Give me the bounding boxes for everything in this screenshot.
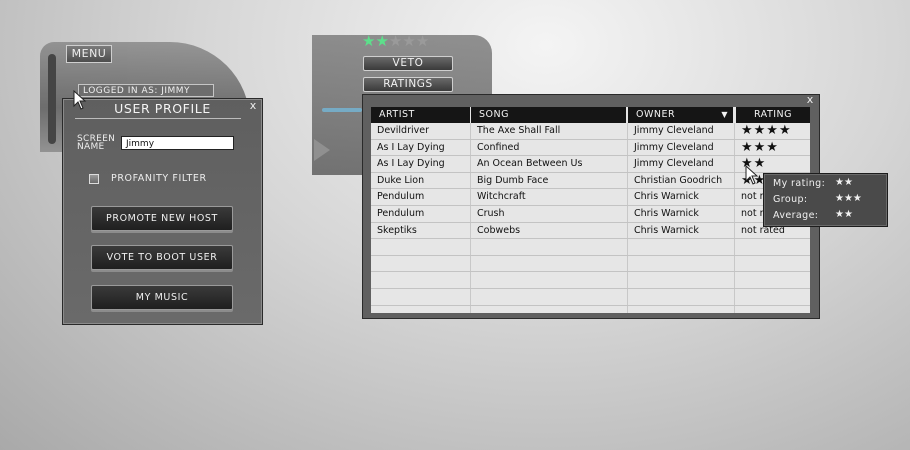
song-cell: Witchcraft <box>477 191 526 203</box>
playlist-panel: x ARTIST SONG OWNER ▼ RATING Devildriver… <box>362 94 820 319</box>
rating-tooltip: My rating: ★★ Group: ★★★ Average: ★★ <box>763 173 888 227</box>
table-row[interactable]: PendulumCrushChris Warnicknot rated <box>371 206 810 223</box>
column-header-owner[interactable]: OWNER ▼ <box>628 107 733 123</box>
star-icon[interactable]: ★ <box>416 32 429 50</box>
column-header-song[interactable]: SONG <box>471 107 626 123</box>
star-icon[interactable]: ★ <box>389 32 402 50</box>
song-cell: Big Dumb Face <box>477 174 549 186</box>
average-rating-label: Average: <box>773 210 819 221</box>
artist-cell: Pendulum <box>377 208 425 219</box>
empty-row <box>371 239 810 256</box>
screen-name-input[interactable]: Jimmy <box>121 136 234 150</box>
sort-down-icon[interactable]: ▼ <box>721 107 728 123</box>
artist-cell: Devildriver <box>377 125 430 136</box>
menu-button[interactable]: MENU <box>66 45 112 63</box>
rating-cell[interactable]: ★★★ <box>735 140 810 156</box>
logged-in-status: LOGGED IN AS: JIMMY <box>78 84 214 97</box>
owner-cell: Jimmy Cleveland <box>634 158 714 170</box>
song-cell: Cobwebs <box>477 224 521 236</box>
column-header-rating[interactable]: RATING <box>736 107 810 123</box>
user-profile-title: USER PROFILE <box>114 101 211 116</box>
table-row[interactable]: As I Lay Dying Confined Jimmy Cleveland ★★★ <box>371 140 810 157</box>
owner-cell: Jimmy Cleveland <box>634 141 714 153</box>
song-cell: The Axe Shall Fall <box>477 125 561 136</box>
star-icon[interactable]: ★ <box>362 32 375 50</box>
song-cell: Crush <box>477 208 505 219</box>
user-profile-panel: USER PROFILE x SCREEN NAME Jimmy PROFANI… <box>62 98 263 325</box>
arrow-icon <box>314 139 330 161</box>
owner-cell: Jimmy Cleveland <box>634 125 714 136</box>
artist-cell: Duke Lion <box>377 174 425 186</box>
average-rating-value: ★★ <box>835 209 853 220</box>
song-cell: An Ocean Between Us <box>477 158 583 170</box>
frame-bezel <box>48 54 56 144</box>
empty-row <box>371 256 810 273</box>
progress-glow <box>322 108 362 112</box>
ratings-button[interactable]: RATINGS <box>363 77 453 92</box>
veto-button[interactable]: VETO <box>363 56 453 71</box>
my-music-button[interactable]: MY MUSIC <box>91 285 233 310</box>
star-icon[interactable]: ★ <box>402 32 415 50</box>
my-rating-label: My rating: <box>773 178 826 189</box>
rating-cell[interactable]: ★★★★ <box>735 123 810 139</box>
group-rating-label: Group: <box>773 194 808 205</box>
owner-cell: Chris Warnick <box>634 208 699 219</box>
table-row[interactable]: Skeptiks Cobwebs Chris Warnick not rated <box>371 223 810 240</box>
vote-to-boot-user-button[interactable]: VOTE TO BOOT USER <box>91 245 233 270</box>
empty-row <box>371 272 810 289</box>
owner-cell: Chris Warnick <box>634 191 699 203</box>
playlist-table: ARTIST SONG OWNER ▼ RATING Devildriver Th… <box>371 107 810 313</box>
profanity-filter-label: PROFANITY FILTER <box>111 173 207 184</box>
owner-cell: Chris Warnick <box>634 224 699 236</box>
screen-name-label: SCREEN NAME <box>77 134 116 152</box>
close-icon[interactable]: x <box>248 100 258 111</box>
owner-cell: Christian Goodrich <box>634 174 723 186</box>
promote-new-host-button[interactable]: PROMOTE NEW HOST <box>91 206 233 231</box>
artist-cell: Skeptiks <box>377 224 417 236</box>
star-icon[interactable]: ★ <box>375 32 388 50</box>
artist-cell: As I Lay Dying <box>377 141 445 153</box>
empty-row <box>371 289 810 306</box>
current-song-rating[interactable]: ★★★★★ <box>362 33 429 50</box>
close-icon[interactable]: x <box>805 94 815 105</box>
artist-cell: As I Lay Dying <box>377 158 445 170</box>
group-rating-value: ★★★ <box>835 193 862 204</box>
table-row[interactable]: Devildriver The Axe Shall Fall Jimmy Cleve… <box>371 123 810 140</box>
column-header-artist[interactable]: ARTIST <box>371 107 470 123</box>
title-divider <box>75 118 241 119</box>
artist-cell: Pendulum <box>377 191 425 203</box>
table-row[interactable]: PendulumWitchcraftChris Warnicknot rated <box>371 189 810 206</box>
song-cell: Confined <box>477 141 520 153</box>
my-rating-value: ★★ <box>835 177 853 188</box>
profanity-filter-checkbox[interactable] <box>89 174 99 184</box>
